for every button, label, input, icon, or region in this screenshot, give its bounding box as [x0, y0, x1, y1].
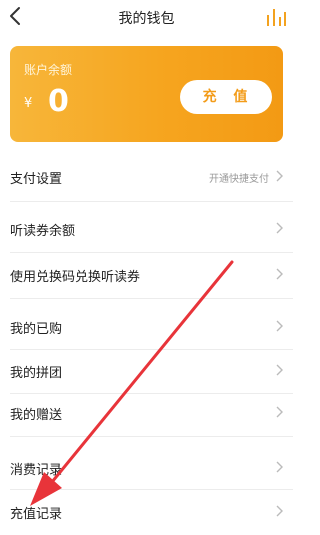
menu-item-label: 我的拼团	[10, 366, 63, 381]
menu-item-label: 支付设置	[10, 172, 63, 187]
menu-item-label: 充值记录	[10, 507, 63, 522]
menu-item-label: 使用兑换码兑换听读券	[10, 270, 141, 285]
menu-item-label: 我的赠送	[10, 408, 63, 423]
page-title: 我的钱包	[118, 11, 175, 27]
menu-item-label: 消费记录	[10, 463, 63, 478]
chevron-right-icon	[276, 461, 283, 473]
menu-item-redeem-code[interactable]: 使用兑换码兑换听读券	[0, 252, 293, 298]
currency-symbol: ¥	[24, 96, 33, 111]
bar-chart-icon	[267, 9, 286, 26]
top-bar: 我的钱包	[0, 0, 293, 34]
menu-item-purchased[interactable]: 我的已购	[0, 304, 293, 350]
divider	[10, 298, 293, 299]
chevron-right-icon	[276, 222, 283, 234]
menu-item-recharge-records[interactable]: 充值记录	[0, 489, 293, 535]
chevron-right-icon	[276, 268, 283, 280]
chevron-right-icon	[276, 320, 283, 332]
divider	[10, 201, 293, 202]
menu-item-label: 听读券余额	[10, 224, 76, 239]
menu-item-group-buy[interactable]: 我的拼团	[0, 348, 293, 394]
menu-item-gifts[interactable]: 我的赠送	[0, 390, 293, 436]
menu-item-label: 我的已购	[10, 322, 63, 337]
menu-item-spending-records[interactable]: 消费记录	[0, 445, 293, 491]
menu-item-voucher-balance[interactable]: 听读券余额	[0, 206, 293, 252]
stats-button[interactable]	[265, 6, 287, 28]
chevron-right-icon	[276, 406, 283, 418]
balance-amount: 0	[48, 84, 69, 119]
quick-pay-hint: 开通快捷支付	[209, 174, 269, 185]
divider	[10, 436, 293, 437]
balance-label: 账户余额	[24, 63, 73, 77]
chevron-right-icon	[276, 505, 283, 517]
chevron-right-icon	[276, 170, 283, 182]
chevron-right-icon	[276, 364, 283, 376]
recharge-button[interactable]: 充 值	[180, 80, 272, 114]
menu-item-payment-settings[interactable]: 支付设置 开通快捷支付	[0, 154, 293, 200]
wallet-balance-card: 账户余额 ¥ 0 充 值	[10, 46, 283, 142]
